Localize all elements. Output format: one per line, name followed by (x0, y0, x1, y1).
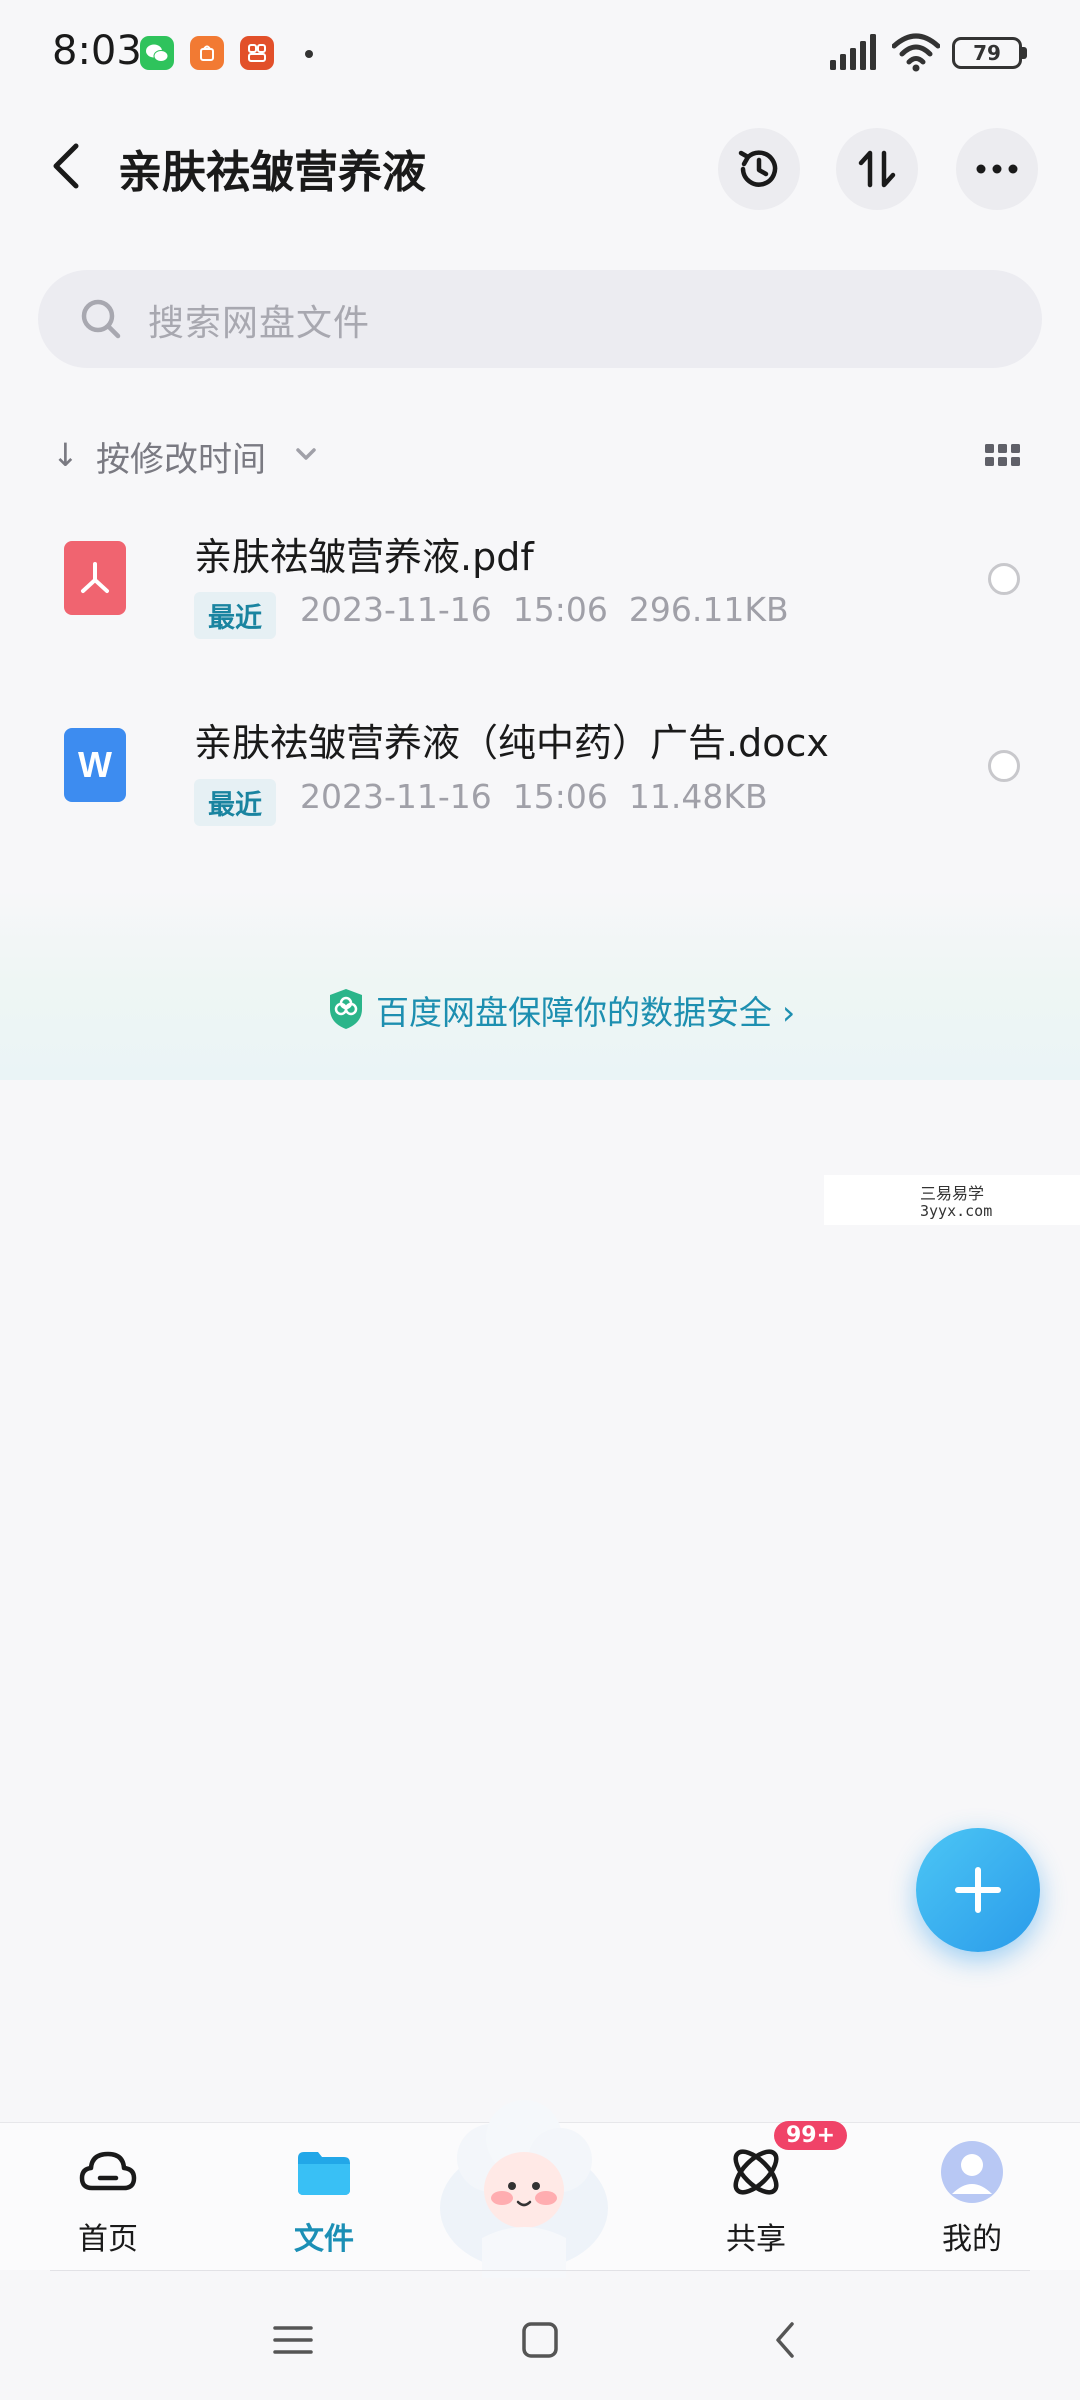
banner-text[interactable]: 百度网盘保障你的数据安全 › (376, 986, 795, 1034)
select-radio[interactable] (988, 563, 1020, 595)
notification-dot (305, 50, 313, 58)
battery-icon: 79 (952, 37, 1022, 69)
file-meta: 2023-11-16 15:06 11.48KB (300, 777, 768, 816)
more-icon (976, 164, 1018, 174)
status-time: 8:03 (52, 28, 142, 74)
file-row[interactable] (0, 505, 1080, 655)
nav-home[interactable]: 首页 (38, 2128, 178, 2258)
signal-icon (830, 34, 876, 70)
wifi-icon (892, 33, 940, 72)
chevron-right-icon: › (782, 993, 796, 1032)
search-placeholder: 搜索网盘文件 (148, 303, 371, 344)
recent-tag: 最近 (194, 779, 276, 826)
back-button[interactable] (44, 138, 88, 194)
watermark-line1: 三易易学 (920, 1184, 985, 1203)
folder-icon (298, 2152, 350, 2195)
word-icon: W (64, 728, 126, 802)
nav-label: 文件 (294, 2222, 354, 2257)
security-banner[interactable] (0, 890, 1080, 1080)
home-cloud-icon (79, 2151, 137, 2191)
page-title: 亲肤祛皱营养液 (118, 147, 426, 198)
wechat-icon (140, 36, 174, 70)
nav-files[interactable]: 文件 (254, 2128, 394, 2258)
file-meta: 2023-11-16 15:06 296.11KB (300, 590, 789, 629)
sort-label[interactable]: 按修改时间 (96, 432, 266, 481)
nav-label: 首页 (78, 2222, 138, 2257)
sort-direction-icon[interactable]: ↓ (52, 436, 79, 474)
add-button[interactable] (916, 1828, 1040, 1952)
chevron-down-icon[interactable] (292, 440, 320, 468)
battery-level: 79 (973, 41, 1001, 65)
share-badge: 99+ (774, 2121, 848, 2150)
history-button[interactable] (718, 128, 800, 210)
back-nav-icon[interactable] (756, 2310, 816, 2370)
xiaohongshu-icon (240, 36, 274, 70)
taobao-icon (190, 36, 224, 70)
status-bar: 8:03 79 (0, 0, 1080, 110)
watermark-line2: 3yyx.com (920, 1202, 993, 1220)
battery-tip (1022, 47, 1027, 59)
menu-icon[interactable] (263, 2310, 323, 2370)
file-date: 2023-11-16 (300, 590, 492, 629)
transfer-icon (858, 150, 896, 188)
recent-tag: 最近 (194, 592, 276, 639)
nav-profile[interactable]: 我的 (902, 2128, 1042, 2258)
divider (50, 2270, 1030, 2271)
banner-label: 百度网盘保障你的数据安全 (376, 993, 772, 1032)
nav-label: 我的 (942, 2222, 1002, 2257)
shield-icon (330, 989, 362, 1029)
home-icon[interactable] (510, 2310, 570, 2370)
history-icon (738, 150, 778, 187)
profile-icon (941, 2141, 1003, 2203)
file-name: 亲肤祛皱营养液.pdf (194, 535, 534, 579)
more-button[interactable] (956, 128, 1038, 210)
file-date: 2023-11-16 (300, 777, 492, 816)
select-radio[interactable] (988, 750, 1020, 782)
file-size: 11.48KB (628, 777, 768, 816)
share-icon (733, 2149, 779, 2195)
mascot-icon[interactable] (436, 2098, 612, 2278)
nav-label: 共享 (726, 2222, 786, 2257)
file-name: 亲肤祛皱营养液（纯中药）广告.docx (194, 721, 829, 765)
grid-view-icon[interactable] (985, 444, 1021, 466)
file-time: 15:06 (512, 777, 608, 816)
file-time: 15:06 (512, 590, 608, 629)
plus-icon (955, 1867, 1001, 1913)
file-size: 296.11KB (628, 590, 789, 629)
pdf-icon (64, 541, 126, 615)
transfer-button[interactable] (836, 128, 918, 210)
search-icon (81, 299, 121, 339)
